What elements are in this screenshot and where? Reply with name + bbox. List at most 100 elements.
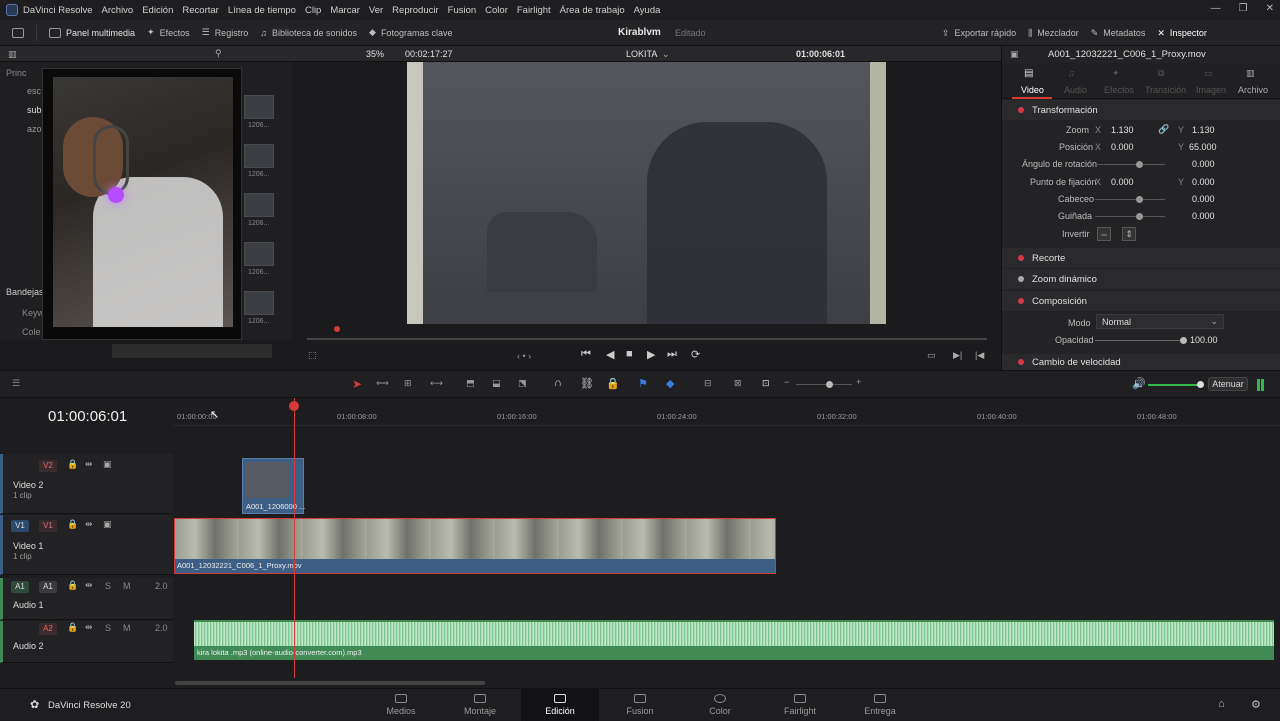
- pitch-field[interactable]: 0.000: [1192, 194, 1215, 204]
- timeline-zoom-handle[interactable]: [826, 381, 833, 388]
- blade-tool-icon[interactable]: ⟷: [430, 378, 443, 389]
- zoom-out-icon[interactable]: −: [784, 377, 789, 387]
- section-crop[interactable]: Recorte: [1002, 248, 1280, 268]
- loop-icon[interactable]: ⟳: [691, 348, 700, 361]
- effects-button[interactable]: ✦ Efectos: [147, 27, 190, 38]
- tab-audio[interactable]: Audio: [1064, 85, 1087, 95]
- zoom-custom-icon[interactable]: ⊡: [762, 378, 770, 389]
- position-y-field[interactable]: 65.000: [1189, 142, 1217, 152]
- page-deliver[interactable]: Entrega: [841, 689, 919, 721]
- anchor-x-field[interactable]: 0.000: [1111, 177, 1134, 187]
- flip-vertical-button[interactable]: ⇕: [1122, 227, 1136, 241]
- insert-clip-icon[interactable]: ⬒: [466, 378, 475, 389]
- zoom-x-field[interactable]: 1.130: [1111, 125, 1134, 135]
- media-panel-button[interactable]: Panel multimedia: [49, 27, 135, 38]
- scrubber-bar[interactable]: [307, 338, 987, 340]
- mixer-button[interactable]: ⫼ Mezclador: [1028, 28, 1079, 39]
- selection-tool-icon[interactable]: ➤: [352, 377, 362, 391]
- prev-edit-icon[interactable]: |◀: [975, 350, 984, 361]
- menu-recortar[interactable]: Recortar: [182, 5, 218, 16]
- master-volume-slider[interactable]: [1148, 384, 1200, 386]
- crop-icon[interactable]: ⬚: [308, 350, 317, 361]
- yaw-field[interactable]: 0.000: [1192, 211, 1215, 221]
- layout-icon[interactable]: [12, 27, 24, 38]
- media-thumbnail[interactable]: [244, 193, 274, 217]
- timeline-zoom-slider[interactable]: [796, 384, 852, 385]
- source-badge[interactable]: A1: [11, 581, 29, 593]
- smart-bin-item[interactable]: Keyw: [22, 308, 44, 318]
- home-icon[interactable]: ⌂: [1218, 698, 1225, 710]
- section-transform[interactable]: Transformación: [1002, 100, 1280, 120]
- menu-edicion[interactable]: Edición: [142, 5, 173, 16]
- menu-area-de-trabajo[interactable]: Área de trabajo: [560, 5, 625, 16]
- menu-color[interactable]: Color: [485, 5, 508, 16]
- close-icon[interactable]: ✕: [1266, 3, 1274, 14]
- menu-ver[interactable]: Ver: [369, 5, 383, 16]
- auto-select-icon[interactable]: ⇹: [85, 622, 93, 633]
- track-visibility-icon[interactable]: ▣: [103, 459, 112, 470]
- timeline-scrollbar[interactable]: [175, 681, 485, 685]
- sound-library-button[interactable]: ♫ Biblioteca de sonidos: [260, 28, 357, 38]
- mute-button[interactable]: M: [123, 623, 131, 633]
- page-fairlight[interactable]: Fairlight: [761, 689, 839, 721]
- trim-tool-icon[interactable]: ⟺: [376, 378, 389, 389]
- media-thumbnail[interactable]: [244, 291, 274, 315]
- tab-file[interactable]: Archivo: [1238, 85, 1268, 95]
- position-x-field[interactable]: 0.000: [1111, 142, 1134, 152]
- bin-item[interactable]: sub: [27, 105, 42, 115]
- dim-button[interactable]: Atenuar: [1208, 377, 1248, 391]
- auto-select-icon[interactable]: ⇹: [85, 519, 93, 530]
- menu-linea-de-tiempo[interactable]: Línea de tiempo: [228, 5, 296, 16]
- page-media[interactable]: Medios: [362, 689, 440, 721]
- lock-icon[interactable]: 🔒: [67, 459, 78, 470]
- overwrite-clip-icon[interactable]: ⬓: [492, 378, 501, 389]
- jog-icon[interactable]: ‹ • ›: [517, 351, 531, 361]
- timeline-ruler[interactable]: 01:00:00:00 01:00:08:00 01:00:16:00 01:0…: [173, 398, 1280, 426]
- auto-select-icon[interactable]: ⇹: [85, 580, 93, 591]
- menu-fairlight[interactable]: Fairlight: [517, 5, 551, 16]
- page-edit[interactable]: Edición: [521, 689, 599, 721]
- play-reverse-icon[interactable]: ◀: [606, 348, 614, 361]
- enable-dot-icon[interactable]: [1018, 107, 1024, 113]
- enable-dot-icon[interactable]: [1018, 276, 1024, 282]
- minimize-icon[interactable]: —: [1211, 3, 1221, 14]
- menu-fusion[interactable]: Fusion: [448, 5, 477, 16]
- flag-icon[interactable]: ⚑: [638, 377, 648, 390]
- video-preview[interactable]: [407, 62, 886, 324]
- quick-export-button[interactable]: ⇪ Exportar rápido: [942, 28, 1016, 39]
- section-composite[interactable]: Composición: [1002, 291, 1280, 311]
- auto-select-icon[interactable]: ⇹: [85, 459, 93, 470]
- link-icon[interactable]: 🔗: [1158, 124, 1169, 135]
- lock-icon[interactable]: 🔒: [67, 580, 78, 591]
- stop-icon[interactable]: ■: [626, 348, 633, 360]
- anchor-y-field[interactable]: 0.000: [1192, 177, 1215, 187]
- linked-selection-icon[interactable]: ⛓: [580, 377, 594, 390]
- metadata-button[interactable]: ✎ Metadatos: [1091, 28, 1146, 39]
- media-thumbnail[interactable]: [244, 144, 274, 168]
- audio-clip-a2[interactable]: kira lokita .mp3 (online-audio-converter…: [194, 620, 1274, 660]
- rotation-slider-handle[interactable]: [1136, 161, 1143, 168]
- index-button[interactable]: ☰ Registro: [202, 27, 249, 38]
- lock-icon[interactable]: 🔒: [67, 622, 78, 633]
- next-edit-icon[interactable]: ▶|: [953, 350, 962, 361]
- menu-clip[interactable]: Clip: [305, 5, 321, 16]
- opacity-slider-handle[interactable]: [1180, 337, 1187, 344]
- zoom-detail-icon[interactable]: ⊠: [734, 378, 742, 389]
- lock-icon[interactable]: 🔒: [67, 519, 78, 530]
- tab-video[interactable]: Video: [1021, 85, 1044, 95]
- pitch-slider-handle[interactable]: [1136, 196, 1143, 203]
- solo-button[interactable]: S: [105, 623, 111, 633]
- inspector-button[interactable]: ✕ Inspector: [1157, 28, 1207, 39]
- master-volume-handle[interactable]: [1197, 381, 1204, 388]
- solo-button[interactable]: S: [105, 581, 111, 591]
- menu-ayuda[interactable]: Ayuda: [634, 5, 661, 16]
- enable-dot-icon[interactable]: [1018, 298, 1024, 304]
- zoom-level[interactable]: 35%: [366, 49, 384, 59]
- section-speed-change[interactable]: Cambio de velocidad: [1002, 354, 1280, 370]
- pitch-slider[interactable]: [1095, 199, 1165, 200]
- mute-button[interactable]: M: [123, 581, 131, 591]
- position-lock-icon[interactable]: 🔒: [606, 377, 620, 390]
- bin-item[interactable]: azo: [27, 124, 42, 134]
- go-to-start-icon[interactable]: ⏮: [581, 348, 591, 361]
- page-cut[interactable]: Montaje: [441, 689, 519, 721]
